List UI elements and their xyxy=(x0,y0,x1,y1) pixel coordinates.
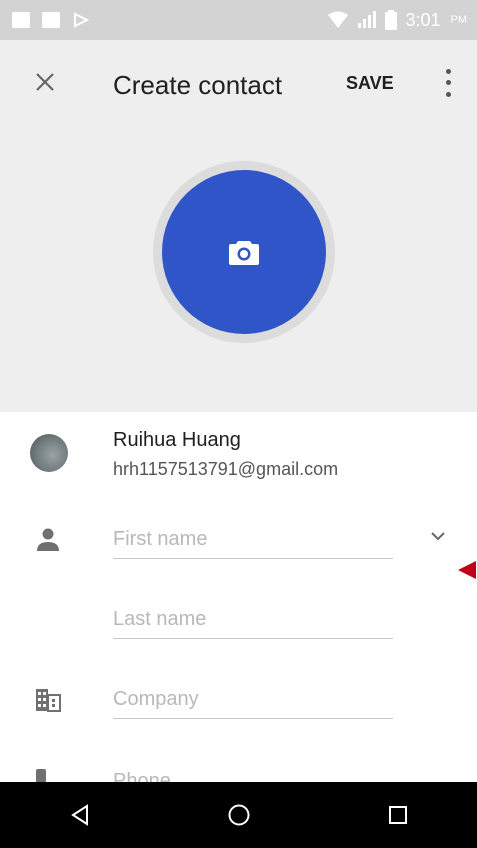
business-icon xyxy=(36,689,61,712)
more-options-button[interactable] xyxy=(440,66,456,100)
more-vert-icon xyxy=(445,69,451,75)
activity-icon xyxy=(42,12,60,28)
first-name-field[interactable]: First name xyxy=(113,520,393,559)
status-left-icons xyxy=(0,11,90,29)
camera-icon xyxy=(229,241,259,265)
back-button[interactable] xyxy=(50,795,110,835)
photo-header xyxy=(0,128,477,412)
recents-icon xyxy=(388,806,407,824)
system-nav-bar xyxy=(0,782,477,848)
chevron-down-icon xyxy=(431,532,445,541)
phone-icon xyxy=(36,769,46,782)
home-button[interactable] xyxy=(209,795,269,835)
save-button[interactable]: SAVE xyxy=(346,73,394,94)
app-bar: Create contact SAVE xyxy=(0,40,477,128)
recents-button[interactable] xyxy=(368,795,428,835)
add-photo-button[interactable] xyxy=(162,170,326,334)
last-name-placeholder: Last name xyxy=(113,608,207,630)
account-selector[interactable]: Ruihua Huang hrh1157513791@gmail.com xyxy=(0,412,477,502)
back-icon xyxy=(70,804,88,826)
phone-placeholder: Phone xyxy=(113,770,171,782)
status-time-period: PM xyxy=(450,14,468,26)
account-email: hrh1157513791@gmail.com xyxy=(113,459,339,479)
close-icon xyxy=(36,73,54,91)
annotation-pointer xyxy=(458,561,476,579)
account-name: Ruihua Huang xyxy=(113,429,241,451)
last-name-field[interactable]: Last name xyxy=(113,600,393,639)
photo-ring xyxy=(153,161,335,343)
wifi-icon xyxy=(328,11,349,28)
company-placeholder: Company xyxy=(113,688,199,710)
company-field[interactable]: Company xyxy=(113,680,393,719)
signal-icon xyxy=(358,11,377,28)
first-name-placeholder: First name xyxy=(113,528,208,550)
cast-icon xyxy=(74,12,90,28)
image-icon xyxy=(12,12,30,28)
page-title: Create contact xyxy=(113,70,283,100)
person-icon xyxy=(37,528,59,551)
phone-field[interactable]: Phone xyxy=(113,762,393,782)
status-bar: 3:01 PM xyxy=(0,0,477,40)
expand-name-button[interactable] xyxy=(428,526,448,546)
avatar xyxy=(30,434,68,472)
close-button[interactable] xyxy=(30,67,60,97)
status-right-icons: 3:01 PM xyxy=(327,10,477,31)
contact-form: Ruihua Huang hrh1157513791@gmail.com Fir… xyxy=(0,412,477,782)
home-icon xyxy=(228,804,249,826)
battery-icon xyxy=(385,10,398,30)
status-time: 3:01 xyxy=(405,9,441,30)
